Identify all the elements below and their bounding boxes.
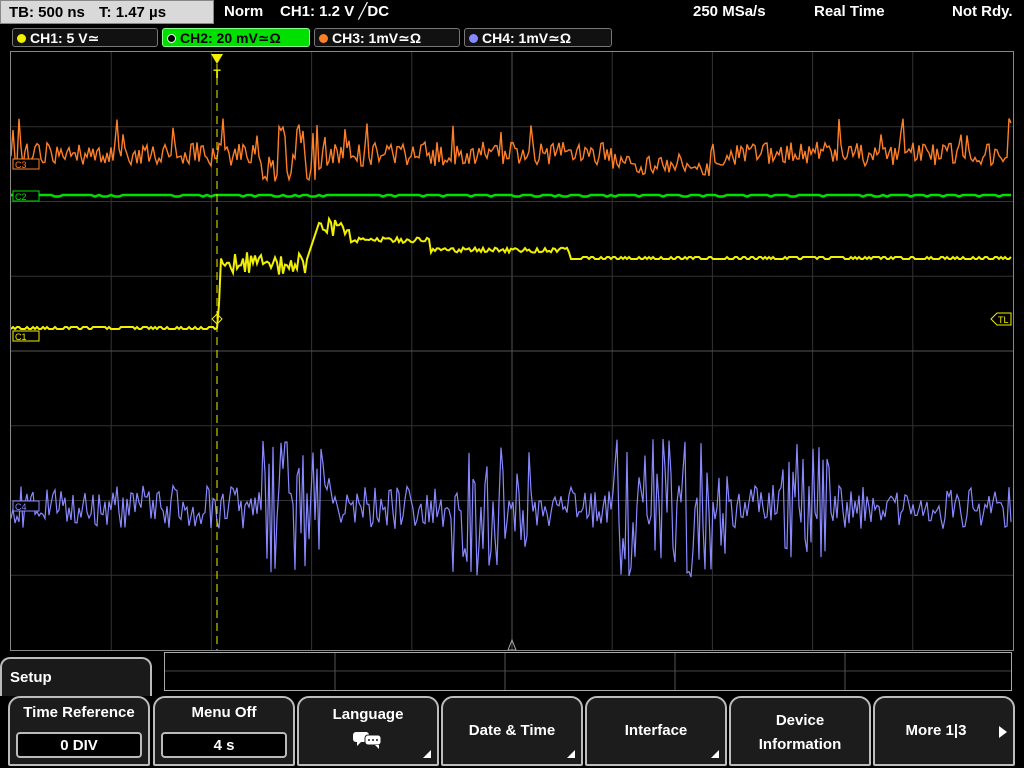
date-time-label: Date & Time bbox=[468, 722, 556, 739]
interface-button[interactable]: Interface bbox=[585, 696, 727, 766]
ch2-marker-label: C2 bbox=[15, 192, 27, 202]
submenu-indicator-icon bbox=[567, 750, 575, 758]
waveform-canvas: T C3 C2 C1 C4 TL bbox=[11, 52, 1013, 650]
device-information-button[interactable]: Device Information bbox=[729, 696, 871, 766]
ch3-dot-icon bbox=[319, 34, 328, 43]
tab-ch4[interactable]: CH4: 1mV≃Ω bbox=[464, 28, 612, 47]
ch4-marker-label: C4 bbox=[15, 502, 27, 512]
acquisition-mode: Real Time bbox=[814, 3, 885, 20]
next-page-arrow-icon bbox=[999, 726, 1007, 738]
menu-off-button[interactable]: Menu Off 4 s bbox=[153, 696, 295, 766]
trigger-level-label: TL bbox=[998, 315, 1009, 325]
ch1-label: CH1: 5 V≃ bbox=[30, 30, 100, 46]
softkey-bar: Time Reference 0 DIV Menu Off 4 s Langua… bbox=[0, 696, 1024, 768]
timebase-value: TB: 500 ns bbox=[9, 4, 85, 21]
time-reference-button[interactable]: Time Reference 0 DIV bbox=[8, 696, 150, 766]
overview-strip bbox=[164, 652, 1012, 691]
menu-title: Setup bbox=[10, 669, 52, 686]
trigger-marker-icon[interactable]: T bbox=[211, 54, 223, 81]
trigger-level-marker[interactable]: TL bbox=[990, 312, 1012, 326]
more-label: More 1|3 bbox=[905, 722, 967, 739]
tab-ch3[interactable]: CH3: 1mV≃Ω bbox=[314, 28, 460, 47]
overview-grid bbox=[165, 653, 1011, 690]
ch1-marker-label: C1 bbox=[15, 332, 27, 342]
waveform-display[interactable]: T C3 C2 C1 C4 TL bbox=[10, 51, 1014, 651]
ch4-waveform bbox=[11, 438, 1012, 578]
graticule bbox=[11, 52, 1013, 650]
timebase-box[interactable]: TB: 500 ns T: 1.47 µs bbox=[0, 0, 214, 24]
ch2-waveform bbox=[11, 193, 1011, 198]
interface-label: Interface bbox=[624, 722, 688, 739]
ch3-offset-marker[interactable]: C3 bbox=[12, 158, 40, 170]
device-information-line1: Device bbox=[775, 712, 825, 729]
tab-ch2[interactable]: CH2: 20 mV≃Ω bbox=[162, 28, 310, 47]
channel-tabs: CH1: 5 V≃ CH2: 20 mV≃Ω CH3: 1mV≃Ω CH4: 1… bbox=[0, 27, 1024, 49]
date-time-button[interactable]: Date & Time bbox=[441, 696, 583, 766]
sample-rate: 250 MSa/s bbox=[693, 3, 766, 20]
submenu-indicator-icon bbox=[423, 750, 431, 758]
ch2-dot-icon bbox=[167, 34, 176, 43]
ch1-dot-icon bbox=[17, 34, 26, 43]
submenu-indicator-icon bbox=[711, 750, 719, 758]
ch1-offset-marker[interactable]: C1 bbox=[12, 330, 40, 342]
ch1-waveform bbox=[11, 215, 1012, 331]
trigger-mode[interactable]: Norm bbox=[224, 3, 263, 21]
tab-ch1[interactable]: CH1: 5 V≃ bbox=[12, 28, 158, 47]
time-reference-value: 0 DIV bbox=[16, 732, 142, 758]
ch4-offset-marker[interactable]: C4 bbox=[12, 500, 40, 512]
trigger-marker-label: T bbox=[213, 67, 221, 81]
ch3-marker-label: C3 bbox=[15, 160, 27, 170]
ch2-offset-marker[interactable]: C2 bbox=[12, 190, 40, 202]
trigger-time-value: T: 1.47 µs bbox=[99, 4, 167, 21]
menu-off-label: Menu Off bbox=[191, 704, 257, 721]
more-button[interactable]: More 1|3 bbox=[873, 696, 1015, 766]
device-information-line2: Information bbox=[758, 736, 842, 753]
language-button[interactable]: Language bbox=[297, 696, 439, 766]
menu-off-value: 4 s bbox=[161, 732, 287, 758]
time-reference-label: Time Reference bbox=[23, 704, 135, 721]
speech-bubbles-icon bbox=[353, 732, 382, 749]
ch4-label: CH4: 1mV≃Ω bbox=[482, 30, 572, 46]
ready-state: Not Rdy. bbox=[952, 3, 1013, 20]
ch3-label: CH3: 1mV≃Ω bbox=[332, 30, 422, 46]
trigger-source[interactable]: CH1: 1.2 V ╱DC bbox=[280, 3, 389, 21]
menu-title-tab: Setup bbox=[0, 657, 152, 697]
ch3-waveform bbox=[11, 118, 1012, 183]
language-label: Language bbox=[332, 706, 404, 723]
status-bar: TB: 500 ns T: 1.47 µs Norm CH1: 1.2 V ╱D… bbox=[0, 0, 1024, 26]
ch2-label: CH2: 20 mV≃Ω bbox=[180, 30, 281, 46]
ch4-dot-icon bbox=[469, 34, 478, 43]
